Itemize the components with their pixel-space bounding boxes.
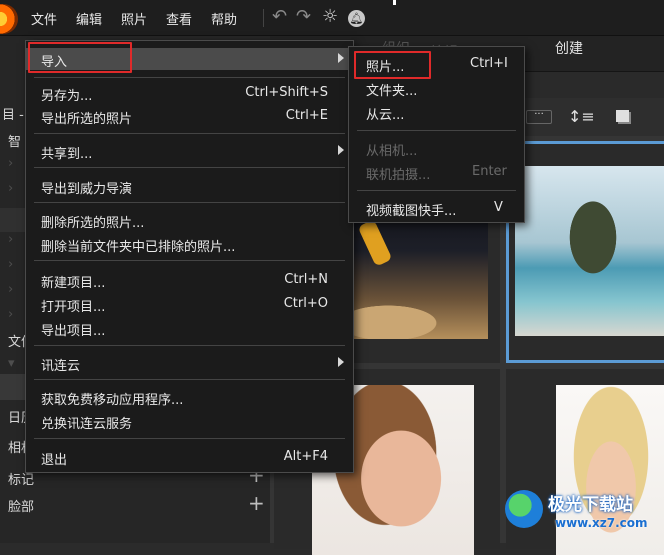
menu-item-shortcut: Alt+F4 [283,449,328,464]
menu-item-label: 删除所选的照片... [41,216,145,231]
collapse-icon[interactable]: ▾ [8,356,15,371]
menu-item-label: 讯连云 [41,359,81,374]
menu-item-shortcut: Ctrl+E [285,108,328,123]
submenu-item-from-camera: 从相机... [350,137,523,159]
redo-icon[interactable]: ↷ [296,6,311,27]
submenu-arrow-icon [338,357,344,367]
settings-sun-icon[interactable]: ☼ [322,6,338,27]
menu-separator [34,260,345,261]
menu-item-delete-selected[interactable]: 删除所选的照片... [26,209,353,231]
submenu-item-shortcut: Enter [472,164,507,179]
menu-item-label: 退出 [41,453,68,468]
submenu-item-label: 视频截图快手... [366,204,457,219]
undo-icon[interactable]: ↶ [272,6,287,27]
notification-bell-icon[interactable]: 🔔︎ [348,10,365,27]
menu-item-get-mobile-app[interactable]: 获取免费移动应用程序... [26,386,353,408]
menu-item-cyberlink-cloud[interactable]: 讯连云 [26,352,353,374]
menu-item-save-as[interactable]: 另存为... Ctrl+Shift+S [26,82,353,104]
menu-separator [357,130,516,131]
submenu-arrow-icon [338,53,344,63]
submenu-item-folder[interactable]: 文件夹... [350,77,523,99]
submenu-item-from-cloud[interactable]: 从云... [350,101,523,123]
menu-item-shortcut: Ctrl+N [284,272,328,287]
submenu-item-label: 从相机... [366,144,418,159]
menu-item-export-powerdirector[interactable]: 导出到威力导演 [26,175,353,197]
menu-item-label: 新建项目... [41,276,106,291]
menu-separator [34,202,345,203]
import-submenu: 照片... Ctrl+I 文件夹... 从云... 从相机... 联机拍摄...… [348,46,525,223]
menu-separator [34,133,345,134]
add-face-icon[interactable]: + [248,491,265,515]
menu-item-label: 打开项目... [41,300,106,315]
highlight-outline [28,42,132,73]
watermark-logo [505,490,543,528]
menu-item-label: 导出所选的照片 [41,112,133,127]
watermark-url: www.xz7.com [555,516,648,530]
menu-bar: 文件 编辑 照片 查看 帮助 ↶ ↷ ☼ 🔔︎ [0,0,664,36]
menu-item-shortcut: Ctrl+Shift+S [245,85,328,100]
menu-item-export-selected[interactable]: 导出所选的照片 Ctrl+E [26,105,353,127]
photo-thumbnail-island[interactable] [515,166,664,336]
submenu-item-shortcut: Ctrl+I [470,56,508,71]
highlight-outline [354,51,431,79]
menu-edit[interactable]: 编辑 [76,9,102,28]
menu-photo[interactable]: 照片 [121,9,147,28]
menu-item-label: 兑换讯连云服务 [41,417,133,432]
menu-item-label: 删除当前文件夹中已排除的照片... [41,240,236,255]
file-menu-dropdown: 导入 另存为... Ctrl+Shift+S 导出所选的照片 Ctrl+E 共享… [25,40,354,473]
menu-item-shortcut: Ctrl+O [283,296,328,311]
faces-label: 脸部 [8,500,35,515]
menu-item-redeem-cloud[interactable]: 兑换讯连云服务 [26,410,353,432]
menu-item-share[interactable]: 共享到... [26,140,353,162]
more-options-icon[interactable]: ··· [526,110,552,124]
menu-item-delete-excluded[interactable]: 删除当前文件夹中已排除的照片... [26,233,353,255]
menu-separator [34,77,345,78]
tree-chevron-icon[interactable]: › [8,282,13,297]
menu-item-label: 导出项目... [41,324,106,339]
submenu-arrow-icon [338,145,344,155]
menu-item-label: 获取免费移动应用程序... [41,393,184,408]
tree-chevron-icon[interactable]: › [8,156,13,171]
watermark-brand: 极光下载站 [548,495,633,515]
submenu-item-video-snapshot[interactable]: 视频截图快手... V [350,197,523,219]
window-edge-mark [393,0,396,5]
tree-chevron-icon[interactable]: › [8,181,13,196]
left-panel-header: 目 - [2,108,24,123]
menu-item-open-project[interactable]: 打开项目... Ctrl+O [26,293,353,315]
menu-separator [34,438,345,439]
menu-item-exit[interactable]: 退出 Alt+F4 [26,446,353,468]
submenu-item-shortcut: V [494,200,503,215]
menu-separator [34,167,345,168]
tab-create[interactable]: 创建 [555,38,583,58]
smart-collections-label: 智 [8,135,22,150]
menu-view[interactable]: 查看 [166,9,192,28]
menu-item-label: 另存为... [41,89,93,104]
tree-chevron-icon[interactable]: › [8,307,13,322]
submenu-item-label: 文件夹... [366,84,418,99]
menu-separator [34,379,345,380]
photo-tile-selected[interactable] [506,141,664,363]
menu-help[interactable]: 帮助 [211,9,237,28]
submenu-item-label: 从云... [366,108,405,123]
menu-separator [357,190,516,191]
tree-chevron-icon[interactable]: › [8,232,13,247]
menu-item-new-project[interactable]: 新建项目... Ctrl+N [26,269,353,291]
menu-item-label: 导出到威力导演 [41,182,133,197]
sort-icon[interactable]: ↕≡ [568,107,595,126]
menu-item-export-project[interactable]: 导出项目... [26,317,353,339]
menu-item-label: 共享到... [41,147,93,162]
submenu-item-tethered-shooting: 联机拍摄... Enter [350,161,523,183]
menu-file[interactable]: 文件 [31,9,57,28]
menubar-divider [263,9,264,27]
tree-chevron-icon[interactable]: › [8,257,13,272]
menu-separator [34,345,345,346]
submenu-item-label: 联机拍摄... [366,168,431,183]
app-logo [0,4,18,34]
thumbnail-size-icon[interactable] [616,110,629,122]
